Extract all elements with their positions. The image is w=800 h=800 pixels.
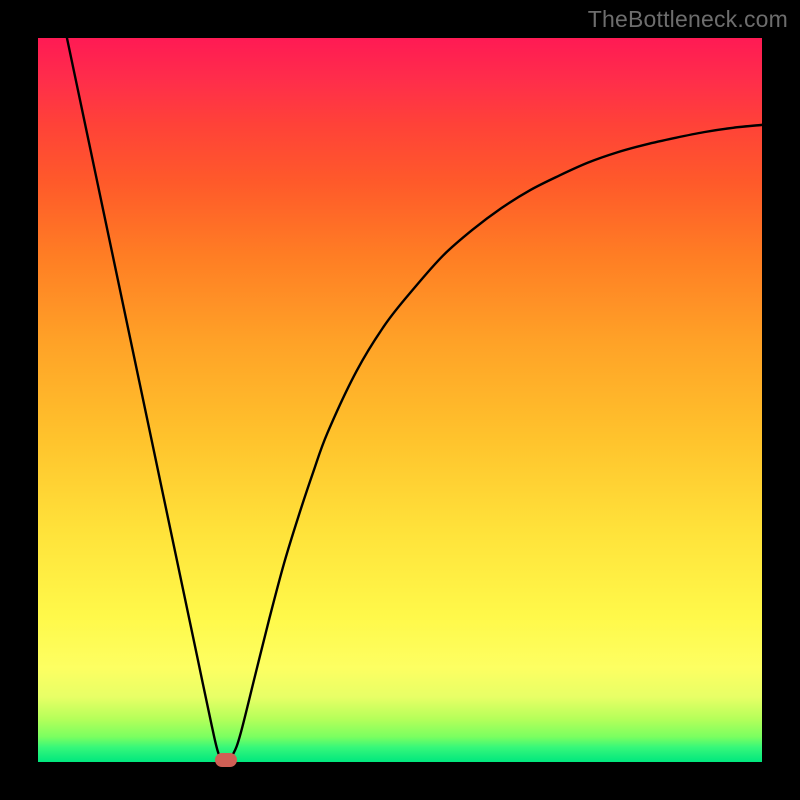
optimum-marker	[215, 753, 237, 767]
bottleneck-curve	[38, 38, 762, 762]
plot-area	[38, 38, 762, 762]
chart-frame: TheBottleneck.com	[0, 0, 800, 800]
watermark-text: TheBottleneck.com	[588, 6, 788, 33]
